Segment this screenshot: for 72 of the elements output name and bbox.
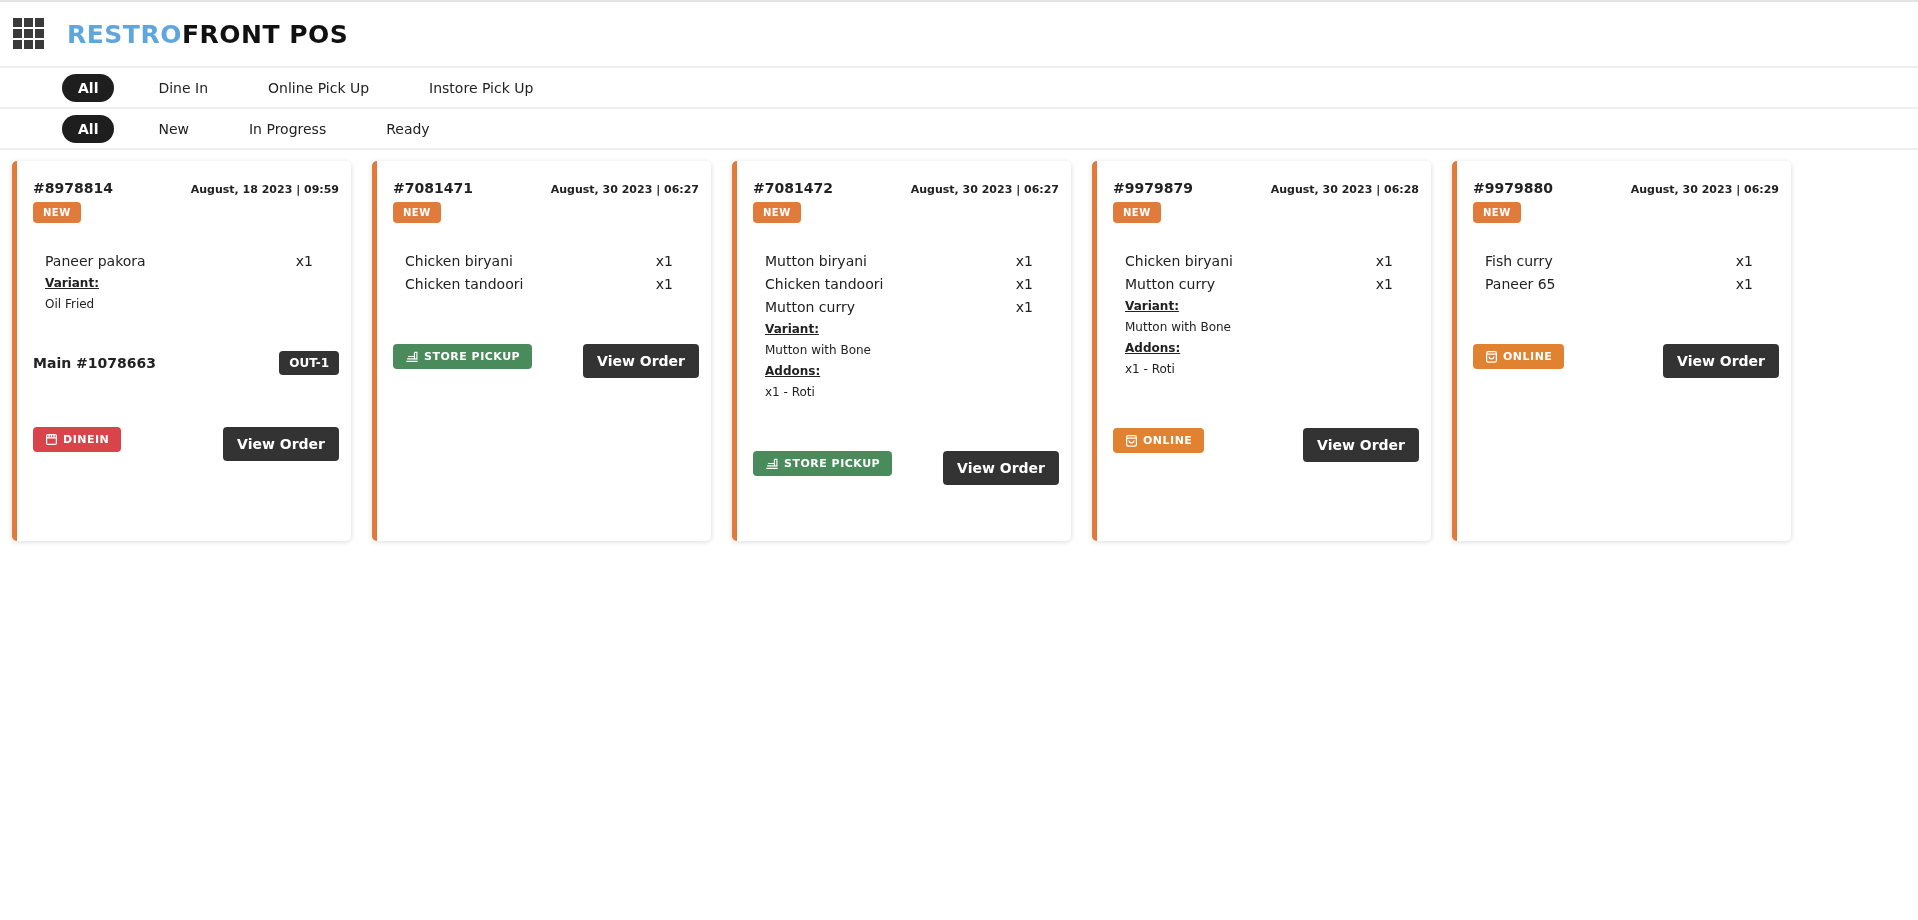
note-text: Mutton with Bone xyxy=(1125,320,1232,334)
item-name: Chicken tandoori xyxy=(405,276,524,292)
item-quantity: x1 xyxy=(655,253,673,269)
filter-tab[interactable]: Instore Pick Up xyxy=(413,73,550,102)
item-quantity: x1 xyxy=(1375,253,1393,269)
order-number: #8978814 xyxy=(33,180,113,196)
note-text: Mutton with Bone xyxy=(765,343,872,357)
order-type-badge: ONLINE xyxy=(1113,428,1205,453)
grid-menu-icon[interactable] xyxy=(13,18,45,50)
item-quantity: x1 xyxy=(1375,276,1393,292)
item-name: Fish curry xyxy=(1485,253,1553,269)
filter-tab[interactable]: New xyxy=(142,114,205,143)
food-tray-icon xyxy=(405,350,419,363)
status-badge: NEW xyxy=(33,202,81,223)
order-datetime: August, 30 2023 | 06:28 xyxy=(1270,183,1419,196)
note-heading: Variant: xyxy=(45,276,100,290)
view-order-button[interactable]: View Order xyxy=(1663,344,1779,378)
item-name: Paneer 65 xyxy=(1485,276,1556,292)
item-quantity: x1 xyxy=(1015,299,1033,315)
item-name: Mutton curry xyxy=(1125,276,1215,292)
shopping-bag-icon xyxy=(1485,350,1498,363)
order-type-badge: STORE PICKUP xyxy=(753,451,893,476)
item-name: Chicken tandoori xyxy=(765,276,884,292)
order-datetime: August, 30 2023 | 06:29 xyxy=(1630,183,1779,196)
view-order-button[interactable]: View Order xyxy=(943,451,1059,485)
item-name: Chicken biryani xyxy=(405,253,513,269)
status-badge: NEW xyxy=(753,202,801,223)
filter-tab[interactable]: All xyxy=(62,114,115,143)
order-type-badge: STORE PICKUP xyxy=(393,344,533,369)
order-datetime: August, 18 2023 | 09:59 xyxy=(190,183,339,196)
item-quantity: x1 xyxy=(655,276,673,292)
order-type-badge: DINEIN xyxy=(33,427,122,452)
item-name: Paneer pakora xyxy=(45,253,146,269)
view-order-button[interactable]: View Order xyxy=(583,344,699,378)
order-number: #7081471 xyxy=(393,180,473,196)
item-quantity: x1 xyxy=(1015,276,1033,292)
note-text: x1 - Roti xyxy=(765,385,816,399)
status-badge: NEW xyxy=(1473,202,1521,223)
filter-tab[interactable]: Online Pick Up xyxy=(252,73,386,102)
note-text: x1 - Roti xyxy=(1125,362,1176,376)
note-heading: Addons: xyxy=(765,364,822,378)
item-quantity: x1 xyxy=(1735,276,1753,292)
filter-tab[interactable]: In Progress xyxy=(233,114,343,143)
app-logo: RESTROFRONT POS xyxy=(67,19,349,49)
view-order-button[interactable]: View Order xyxy=(1303,428,1419,462)
order-number: #9979880 xyxy=(1473,180,1553,196)
status-badge: NEW xyxy=(1113,202,1161,223)
outlet-badge: OUT-1 xyxy=(279,351,339,375)
filter-tab[interactable]: Dine In xyxy=(142,73,225,102)
order-datetime: August, 30 2023 | 06:27 xyxy=(550,183,699,196)
food-tray-icon xyxy=(765,457,779,470)
table-reference: Main #1078663 xyxy=(33,355,156,371)
storefront-icon xyxy=(45,433,58,446)
view-order-button[interactable]: View Order xyxy=(223,427,339,461)
status-badge: NEW xyxy=(393,202,441,223)
item-quantity: x1 xyxy=(1015,253,1033,269)
note-heading: Addons: xyxy=(1125,341,1182,355)
item-name: Mutton curry xyxy=(765,299,855,315)
shopping-bag-icon xyxy=(1125,434,1138,447)
item-quantity: x1 xyxy=(1735,253,1753,269)
order-number: #9979879 xyxy=(1113,180,1193,196)
item-name: Chicken biryani xyxy=(1125,253,1233,269)
note-heading: Variant: xyxy=(765,322,820,336)
filter-tab[interactable]: Ready xyxy=(370,114,446,143)
note-heading: Variant: xyxy=(1125,299,1180,313)
order-number: #7081472 xyxy=(753,180,833,196)
item-quantity: x1 xyxy=(295,253,313,269)
item-name: Mutton biryani xyxy=(765,253,867,269)
order-type-badge: ONLINE xyxy=(1473,344,1565,369)
order-datetime: August, 30 2023 | 06:27 xyxy=(910,183,1059,196)
note-text: Oil Fried xyxy=(45,297,96,311)
filter-tab[interactable]: All xyxy=(62,73,115,102)
